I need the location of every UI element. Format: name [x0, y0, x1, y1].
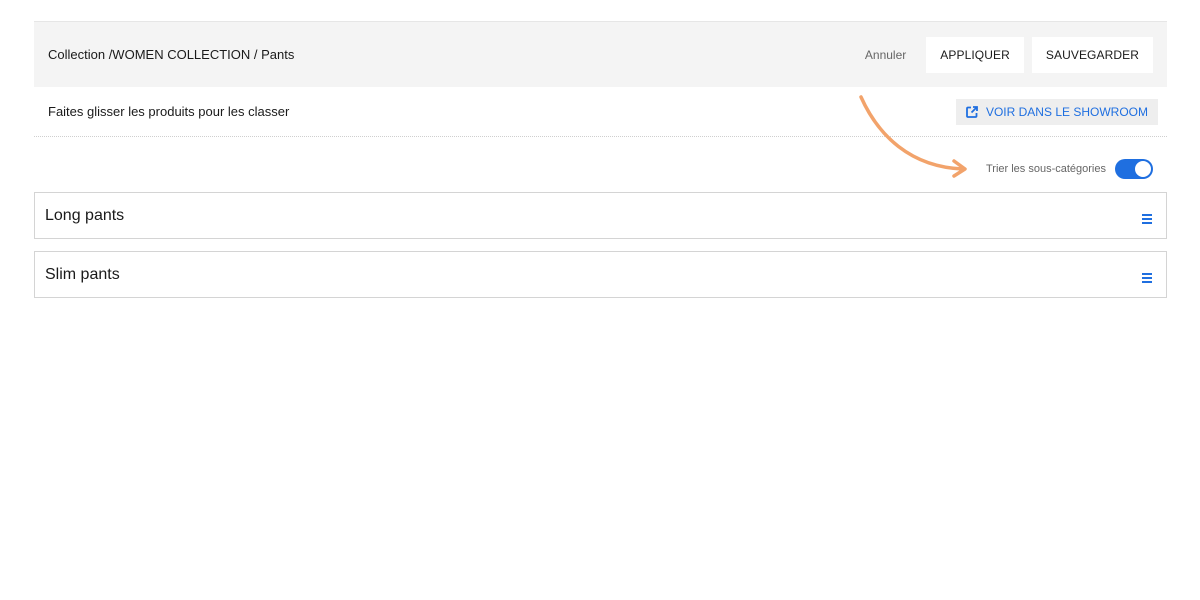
category-title: Slim pants [45, 265, 120, 283]
sort-subcategories-label: Trier les sous-catégories [985, 163, 1106, 175]
view-in-showroom-button[interactable]: VOIR DANS LE SHOWROOM [955, 98, 1158, 125]
annotation-arrow-icon [859, 95, 967, 178]
cancel-button[interactable]: Annuler [865, 48, 918, 62]
breadcrumb: Collection /WOMEN COLLECTION / Pants [48, 47, 295, 62]
sort-subcategories-row: Trier les sous-catégories [986, 158, 1153, 180]
sort-subcategories-toggle[interactable] [1115, 159, 1153, 179]
category-row[interactable]: Long pants [34, 192, 1167, 239]
sub-bar: Faites glisser les produits pour les cla… [34, 87, 1167, 137]
toggle-knob [1134, 160, 1152, 178]
drag-handle-icon[interactable] [1142, 213, 1152, 224]
category-row[interactable]: Slim pants [34, 251, 1167, 298]
drag-handle-icon[interactable] [1142, 272, 1152, 283]
instruction-text: Faites glisser les produits pour les cla… [48, 104, 290, 119]
header-bar: Collection /WOMEN COLLECTION / Pants Ann… [34, 21, 1167, 87]
showroom-label: VOIR DANS LE SHOWROOM [985, 104, 1148, 119]
header-actions: Annuler APPLIQUER SAUVEGARDER [865, 36, 1153, 73]
save-button[interactable]: SAUVEGARDER [1031, 36, 1153, 73]
apply-button[interactable]: APPLIQUER [926, 36, 1024, 73]
category-title: Long pants [45, 206, 125, 224]
